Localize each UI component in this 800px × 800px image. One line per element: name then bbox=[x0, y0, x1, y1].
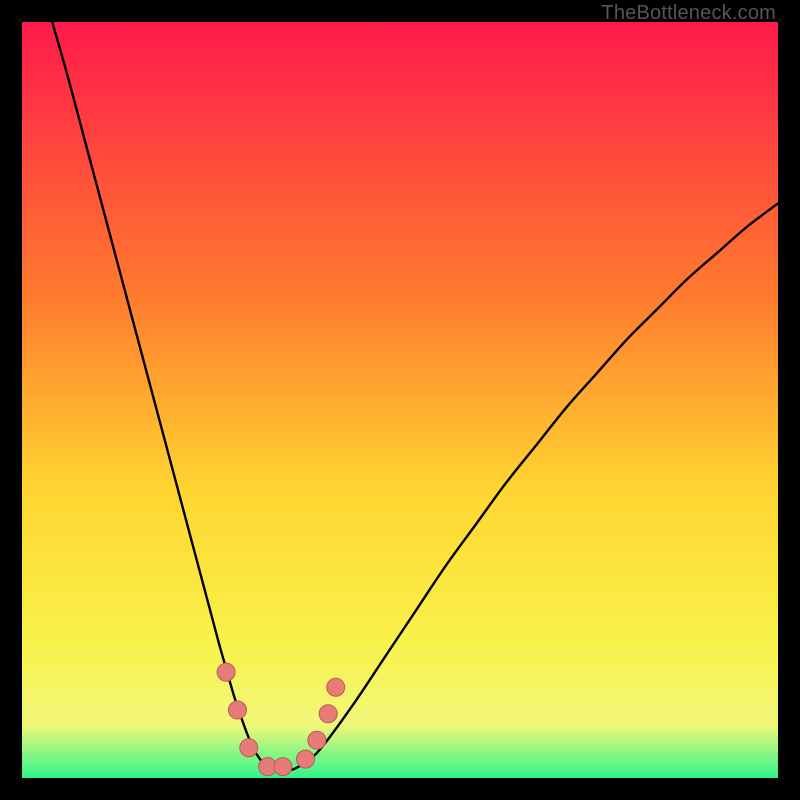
chart-frame: TheBottleneck.com bbox=[22, 0, 778, 778]
data-marker bbox=[240, 739, 258, 757]
data-marker bbox=[217, 663, 235, 681]
data-marker bbox=[308, 731, 326, 749]
data-marker bbox=[327, 678, 345, 696]
data-marker bbox=[228, 701, 246, 719]
data-marker bbox=[319, 705, 337, 723]
data-marker bbox=[274, 758, 292, 776]
bottleneck-chart bbox=[22, 22, 778, 778]
gradient-background bbox=[22, 22, 778, 778]
plot-area bbox=[22, 22, 778, 778]
data-marker bbox=[297, 750, 315, 768]
